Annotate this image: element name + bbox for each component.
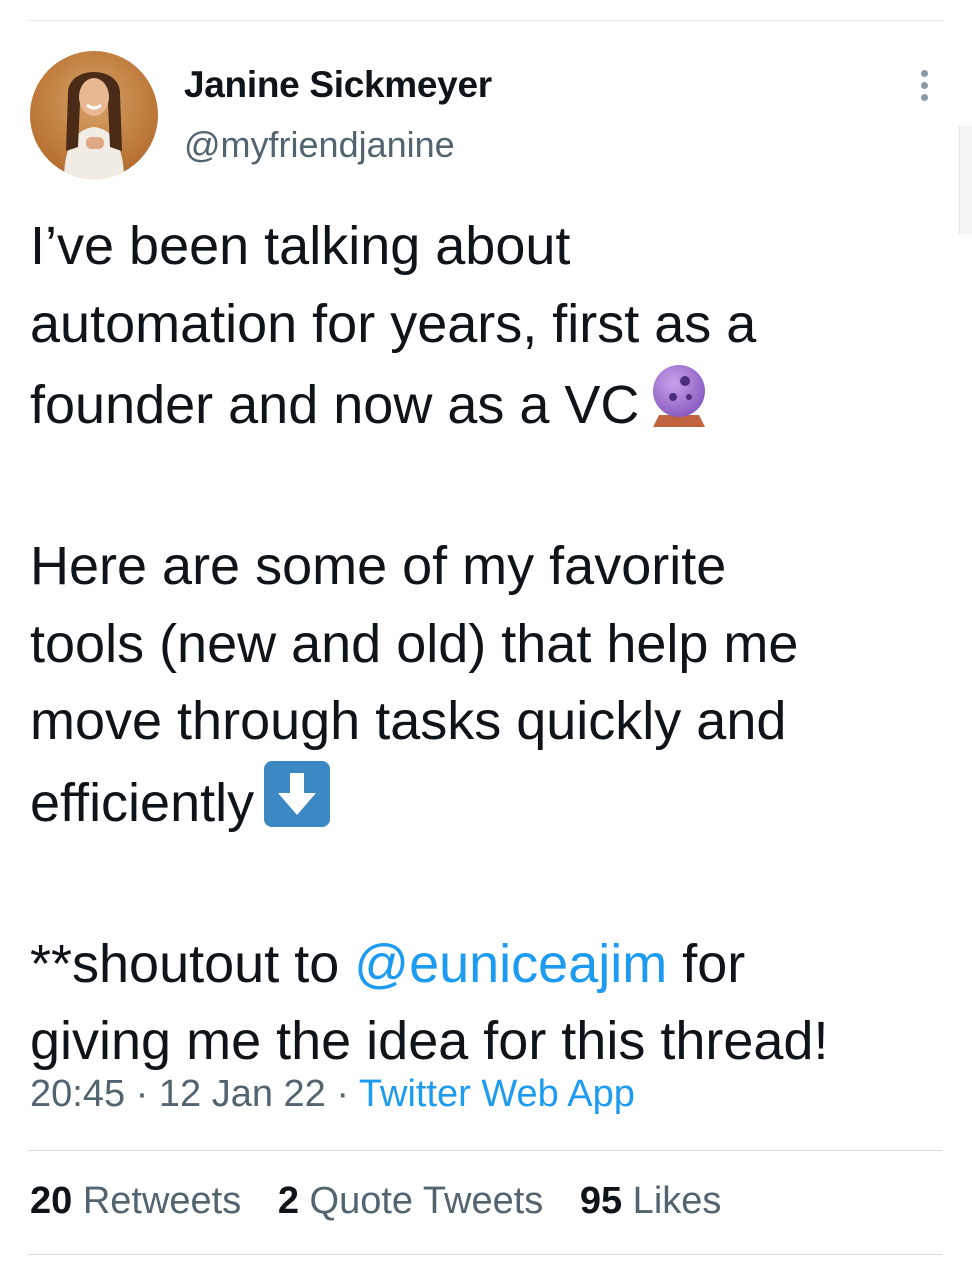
tweet-line-text: efficiently bbox=[30, 772, 255, 833]
crystal-ball-icon bbox=[649, 363, 709, 451]
tweet-line: tools (new and old) that help me bbox=[30, 613, 799, 674]
quote-tweets-count: 2 bbox=[277, 1180, 299, 1222]
retweets-link[interactable]: 20 Retweets bbox=[30, 1180, 241, 1222]
likes-link[interactable]: 95 Likes bbox=[580, 1180, 722, 1222]
tweet-time[interactable]: 20:45 bbox=[30, 1073, 125, 1115]
tweet-line: I’ve been talking about bbox=[30, 216, 571, 276]
avatar[interactable] bbox=[30, 51, 158, 179]
tweet-line-text: **shoutout to bbox=[30, 933, 355, 994]
likes-label: Likes bbox=[622, 1180, 722, 1222]
tweet-line: **shoutout to @euniceajim for bbox=[30, 926, 942, 1004]
divider bbox=[28, 1150, 942, 1151]
tweet-line: giving me the idea for this thread! bbox=[30, 1011, 829, 1071]
separator: · bbox=[125, 1073, 159, 1115]
tweet-metadata: 20:45 · 12 Jan 22 · Twitter Web App bbox=[30, 1073, 635, 1116]
mention-link[interactable]: @euniceajim bbox=[354, 934, 667, 994]
tweet-line: automation for years, first as a bbox=[30, 293, 757, 354]
author-name[interactable]: Janine Sickmeyer bbox=[184, 64, 492, 106]
retweets-label: Retweets bbox=[72, 1180, 242, 1222]
more-options-icon[interactable] bbox=[914, 70, 934, 110]
tweet-source[interactable]: Twitter Web App bbox=[359, 1073, 635, 1115]
author-handle[interactable]: @myfriendjanine bbox=[184, 124, 455, 166]
tweet-line: efficiently bbox=[30, 760, 942, 849]
engagement-stats: 20 Retweets 2 Quote Tweets 95 Likes bbox=[30, 1180, 747, 1223]
down-arrow-icon bbox=[264, 760, 331, 849]
top-divider bbox=[28, 20, 944, 21]
divider bbox=[28, 1254, 942, 1255]
retweets-count: 20 bbox=[30, 1180, 73, 1222]
tweet-line: move through tasks quickly and bbox=[30, 691, 787, 751]
tweet-line: founder and now as a VC bbox=[30, 363, 942, 451]
tweet-line-text: for bbox=[667, 933, 746, 994]
likes-count: 95 bbox=[579, 1180, 623, 1222]
scrollbar[interactable] bbox=[959, 126, 972, 234]
tweet-line-text: founder and now as a VC bbox=[30, 375, 640, 435]
separator: · bbox=[325, 1073, 359, 1115]
quote-tweets-link[interactable]: 2 Quote Tweets bbox=[278, 1180, 543, 1222]
avatar-photo bbox=[64, 72, 124, 179]
tweet-line: Here are some of my favorite bbox=[30, 536, 727, 596]
quote-tweets-label: Quote Tweets bbox=[298, 1180, 544, 1222]
tweet-date[interactable]: 12 Jan 22 bbox=[159, 1073, 326, 1115]
tweet-text: I’ve been talking about automation for y… bbox=[30, 208, 942, 1081]
